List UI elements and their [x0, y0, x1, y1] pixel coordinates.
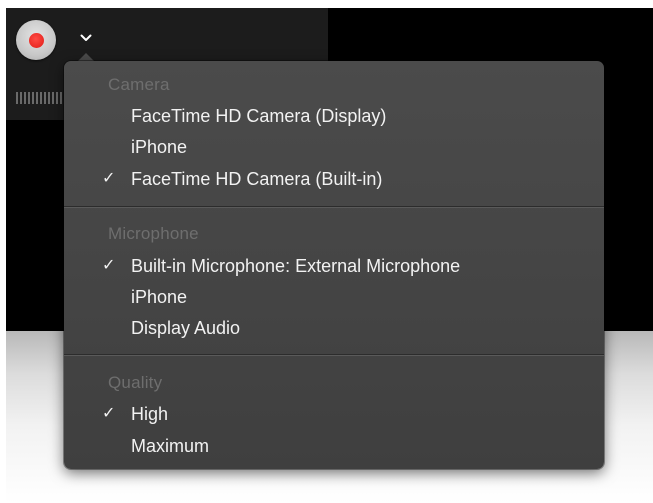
menu-item-label: iPhone [131, 137, 188, 157]
section-header-camera: Camera [108, 75, 170, 94]
menu-item-label: Built-in Microphone: External Microphone [131, 256, 461, 276]
checkmark-icon: ✓ [102, 257, 116, 274]
record-icon [28, 32, 44, 48]
menu-separator [64, 354, 604, 355]
menu-item-mic-iphone[interactable]: iPhone [64, 282, 604, 312]
menu-item-label: FaceTime HD Camera (Built-in) [131, 169, 383, 189]
chevron-down-icon[interactable] [80, 34, 92, 42]
menu-item-quality-high[interactable]: ✓ High [64, 399, 604, 429]
menu-item-mic-display-audio[interactable]: Display Audio [64, 313, 604, 343]
options-menu: Camera FaceTime HD Camera (Display) iPho… [64, 61, 604, 469]
record-button[interactable] [16, 20, 56, 60]
section-header-microphone: Microphone [108, 224, 199, 243]
menu-item-quality-maximum[interactable]: Maximum [64, 431, 604, 461]
menu-item-camera-iphone[interactable]: iPhone [64, 132, 604, 162]
menu-item-label: High [131, 404, 169, 424]
menu-item-label: Display Audio [131, 318, 241, 338]
menu-item-label: Maximum [131, 436, 210, 456]
checkmark-icon: ✓ [102, 170, 116, 187]
menu-item-mic-builtin-external[interactable]: ✓ Built-in Microphone: External Micropho… [64, 251, 604, 281]
menu-item-label: FaceTime HD Camera (Display) [131, 106, 387, 126]
checkmark-icon: ✓ [102, 405, 116, 422]
section-header-quality: Quality [108, 373, 163, 392]
menu-separator [64, 206, 604, 207]
menu-item-camera-facetime-builtin[interactable]: ✓ FaceTime HD Camera (Built-in) [64, 164, 604, 194]
menu-item-camera-facetime-display[interactable]: FaceTime HD Camera (Display) [64, 101, 604, 131]
menu-item-label: iPhone [131, 287, 188, 307]
